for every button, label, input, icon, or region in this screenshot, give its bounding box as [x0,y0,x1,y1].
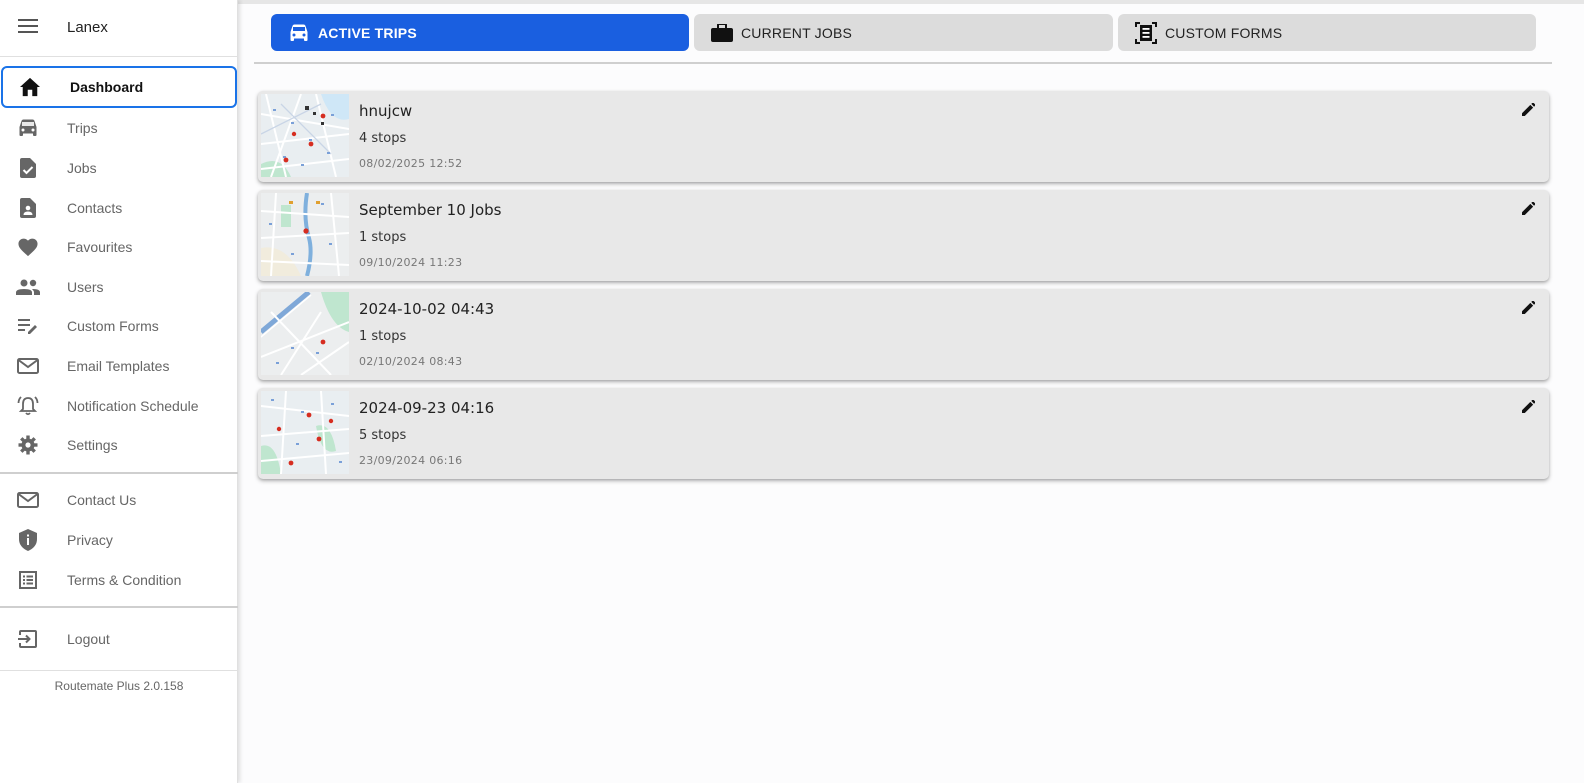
trip-date: 02/10/2024 08:43 [359,355,463,368]
sidebar-item-label: Jobs [67,160,97,176]
tab-custom-forms[interactable]: CUSTOM FORMS [1118,14,1536,51]
tab-current-jobs[interactable]: CURRENT JOBS [694,14,1113,51]
sidebar-item-label: Custom Forms [67,318,159,334]
trip-date: 09/10/2024 11:23 [359,256,463,269]
sidebar-item-label: Users [67,279,104,295]
sidebar-item-label: Dashboard [70,79,144,95]
heart-icon [16,235,40,259]
sidebar-header: Lanex [0,6,238,48]
trip-stops: 1 stops [359,329,407,344]
trip-card[interactable]: hnujcw 4 stops 08/02/2025 12:52 [258,91,1549,182]
hamburger-icon [18,18,38,38]
edit-list-icon [16,314,40,338]
trip-card[interactable]: September 10 Jobs 1 stops 09/10/2024 11:… [258,190,1549,281]
car-icon [16,116,40,140]
app-version: Routemate Plus 2.0.158 [54,679,184,693]
sidebar-item-label: Settings [67,437,118,453]
sidebar-item-custom-forms[interactable]: Custom Forms [0,306,237,346]
sidebar-item-logout[interactable]: Logout [0,619,237,659]
alarm-bell-icon [16,394,40,418]
sidebar-divider [0,670,238,671]
hamburger-menu-button[interactable] [14,14,42,42]
sidebar-item-contact-us[interactable]: Contact Us [0,480,237,520]
sidebar-item-notification-schedule[interactable]: Notification Schedule [0,386,237,426]
trip-stops: 5 stops [359,428,407,443]
sidebar-item-label: Email Templates [67,358,170,374]
edit-trip-button[interactable] [1519,300,1537,319]
home-icon [18,75,42,99]
tab-label: CUSTOM FORMS [1165,24,1283,41]
sidebar-item-label: Terms & Condition [67,572,182,588]
trip-map-thumbnail [261,292,349,375]
pencil-icon [1521,300,1535,319]
sidebar-item-label: Contacts [67,200,123,216]
sidebar-item-trips[interactable]: Trips [0,108,237,148]
sidebar-item-label: Favourites [67,239,133,255]
sidebar-item-users[interactable]: Users [0,267,237,307]
people-icon [16,275,40,299]
trip-date: 23/09/2024 06:16 [359,454,463,467]
list-icon [16,568,40,592]
trip-stops: 4 stops [359,131,407,146]
pencil-icon [1521,201,1535,220]
trip-stops: 1 stops [359,230,407,245]
sidebar-item-label: Contact Us [67,492,137,508]
briefcase-icon [710,21,734,45]
shield-icon [16,528,40,552]
tab-active-trips[interactable]: ACTIVE TRIPS [271,14,689,51]
edit-trip-button[interactable] [1519,201,1537,220]
form-icon [1134,21,1158,45]
trip-title: 2024-10-02 04:43 [359,300,495,318]
contact-file-icon [16,196,40,220]
trip-map-thumbnail [261,193,349,276]
trip-title: hnujcw [359,102,413,120]
trip-card[interactable]: 2024-10-02 04:43 1 stops 02/10/2024 08:4… [258,289,1549,380]
trip-date: 08/02/2025 12:52 [359,157,463,170]
car-icon [287,21,311,45]
sidebar: Lanex Dashboard Trips Jobs Contacts Favo… [0,0,238,783]
edit-trip-button[interactable] [1519,102,1537,121]
tab-label: ACTIVE TRIPS [318,24,417,41]
trip-map-thumbnail [261,391,349,474]
mail-icon [16,354,40,378]
sidebar-item-label: Notification Schedule [67,398,199,414]
pencil-icon [1521,399,1535,418]
trip-card[interactable]: 2024-09-23 04:16 5 stops 23/09/2024 06:1… [258,388,1549,479]
sidebar-item-settings[interactable]: Settings [0,425,237,465]
sidebar-item-privacy[interactable]: Privacy [0,520,237,560]
sidebar-item-jobs[interactable]: Jobs [0,148,237,188]
tabs-divider [254,62,1552,64]
mail-icon [16,488,40,512]
sidebar-item-terms[interactable]: Terms & Condition [0,560,237,600]
sidebar-item-contacts[interactable]: Contacts [0,188,237,228]
scrollbar[interactable] [1570,0,1584,783]
tab-label: CURRENT JOBS [741,24,853,41]
gear-icon [16,433,40,457]
trip-title: September 10 Jobs [359,201,502,219]
pencil-icon [1521,102,1535,121]
sidebar-divider [0,56,238,57]
logout-icon [16,627,40,651]
sidebar-item-label: Logout [67,631,110,647]
brand-name: Lanex [67,19,108,36]
sidebar-item-label: Trips [67,120,98,136]
trip-title: 2024-09-23 04:16 [359,399,495,417]
sidebar-divider [0,606,238,608]
sidebar-item-dashboard[interactable]: Dashboard [1,66,237,108]
trip-map-thumbnail [261,94,349,177]
sidebar-item-label: Privacy [67,532,113,548]
task-file-icon [16,156,40,180]
sidebar-divider [0,472,238,474]
sidebar-item-email-templates[interactable]: Email Templates [0,346,237,386]
edit-trip-button[interactable] [1519,399,1537,418]
sidebar-item-favourites[interactable]: Favourites [0,227,237,267]
